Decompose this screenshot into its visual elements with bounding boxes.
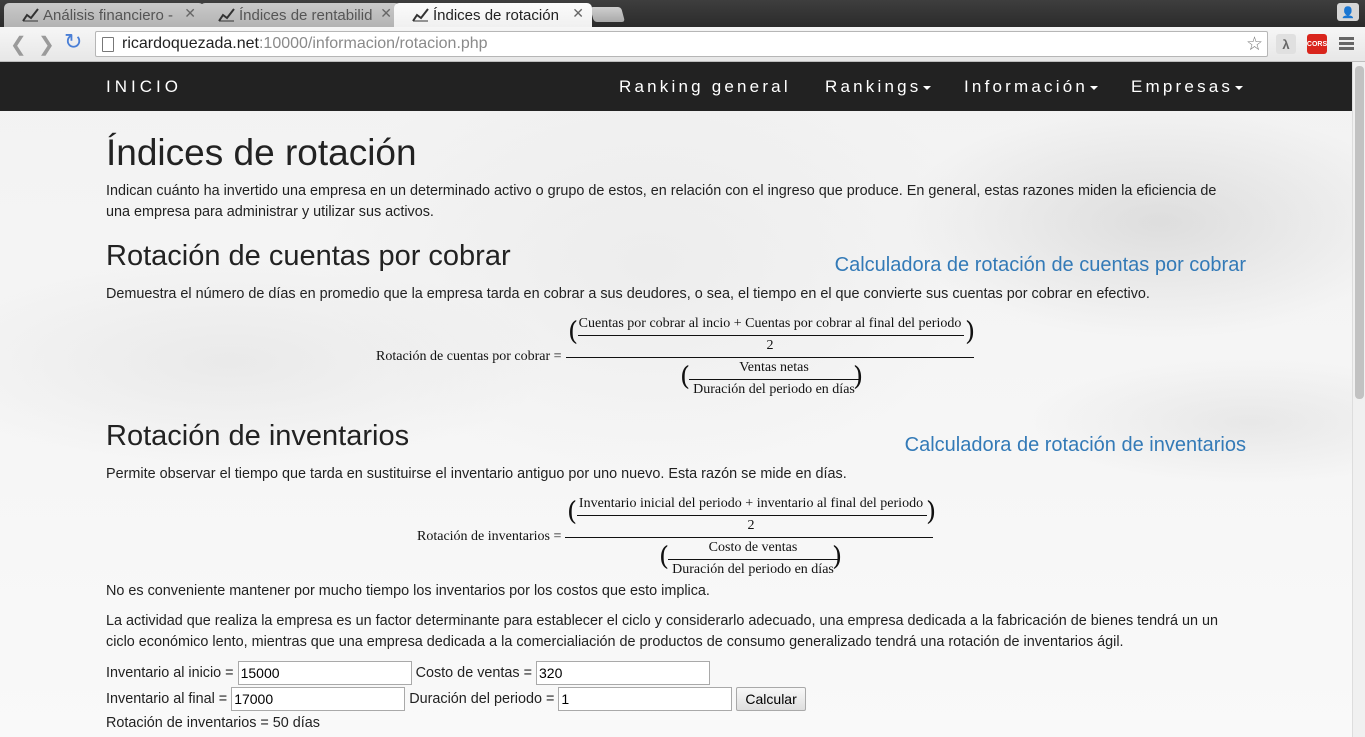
note-inventarios-costos: No es conveniente mantener por mucho tie… (106, 583, 710, 599)
calculator-result: Rotación de inventarios = 50 días (106, 715, 320, 731)
tab-title: Análisis financiero - (43, 6, 174, 24)
browser-menu-icon[interactable] (1339, 37, 1354, 52)
fraction-bar (577, 515, 927, 516)
section-heading-cuentas: Rotación de cuentas por cobrar (106, 240, 511, 272)
note-actividad-empresa: La actividad que realiza la empresa es u… (106, 613, 1218, 650)
inventario-final-label: Inventario al final = (106, 691, 228, 707)
brand-link[interactable]: INICIO (106, 77, 182, 97)
nav-label: Empresas (1131, 77, 1234, 96)
cors-extension-icon[interactable]: CORS (1307, 34, 1327, 54)
nav-rankings-dropdown[interactable]: Rankings (825, 77, 932, 97)
calculator-row-2: Inventario al final = Duración del perio… (106, 687, 806, 711)
close-icon[interactable]: ✕ (380, 5, 392, 22)
page-icon (102, 36, 114, 52)
page-scrollbar[interactable] (1352, 62, 1365, 737)
new-tab-button[interactable] (589, 7, 626, 22)
formula-numerator-top: Inventario inicial del periodo + inventa… (578, 496, 924, 511)
formula-inventarios: Rotación de inventarios = ( Inventario i… (417, 492, 977, 582)
browser-tabstrip: Análisis financiero - ✕ Índices de renta… (0, 0, 1365, 27)
forward-icon[interactable]: ❯ (38, 32, 55, 57)
nav-empresas-dropdown[interactable]: Empresas (1131, 77, 1244, 97)
formula-denominator-bottom: Duración del periodo en días (693, 382, 855, 397)
bookmark-star-icon[interactable]: ☆ (1246, 33, 1263, 56)
calcular-button[interactable]: Calcular (736, 687, 806, 711)
formula-cuentas: Rotación de cuentas por cobrar = ( Cuent… (376, 312, 976, 402)
lambda-extension-icon[interactable]: λ (1276, 34, 1296, 54)
page-title: Índices de rotación (106, 132, 417, 173)
duracion-periodo-input[interactable] (558, 687, 733, 711)
main-fraction-bar (566, 357, 974, 358)
formula-numerator-top: Cuentas por cobrar al incio + Cuentas po… (578, 316, 962, 331)
intro-text: Indican cuánto ha invertido una empresa … (106, 183, 1217, 220)
fraction-bar (668, 559, 838, 560)
browser-tab-rotacion[interactable]: Índices de rotación ✕ (394, 3, 592, 27)
inventario-final-input[interactable] (231, 687, 406, 711)
paren-close: ) (853, 362, 864, 392)
inventario-inicio-label: Inventario al inicio = (106, 665, 234, 681)
tab-title: Índices de rentabilid (239, 6, 372, 24)
paren-open: ( (568, 317, 579, 347)
section-description-cuentas: Demuestra el número de días en promedio … (106, 286, 1150, 302)
fraction-bar (689, 379, 859, 380)
close-icon[interactable]: ✕ (184, 5, 196, 22)
paren-close: ) (926, 497, 937, 527)
chart-favicon-icon (412, 8, 429, 22)
chart-favicon-icon (218, 8, 235, 22)
scrollbar-thumb[interactable] (1355, 66, 1364, 399)
nav-label: Información (964, 77, 1089, 96)
paren-open: ( (567, 497, 578, 527)
caret-down-icon (923, 85, 932, 90)
address-bar[interactable]: ricardoquezada.net:10000/informacion/rot… (95, 31, 1268, 57)
main-fraction-bar (565, 537, 933, 538)
paren-close: ) (832, 542, 843, 572)
browser-tab-analisis[interactable]: Análisis financiero - ✕ (4, 3, 204, 27)
formula-denominator-top: Ventas netas (739, 360, 809, 375)
nav-label: Rankings (825, 77, 922, 96)
tab-title: Índices de rotación (433, 6, 559, 24)
browser-toolbar: ❮ ❯ ↻ ricardoquezada.net:10000/informaci… (0, 27, 1365, 62)
calculadora-inventarios-link[interactable]: Calculadora de rotación de inventarios (905, 434, 1246, 457)
profile-icon[interactable]: 👤 (1337, 3, 1359, 21)
nav-ranking-general[interactable]: Ranking general (619, 77, 791, 97)
costo-ventas-label: Costo de ventas = (415, 665, 532, 681)
formula-numerator-bottom: 2 (766, 338, 774, 353)
site-navbar: INICIO Ranking general Rankings Informac… (0, 62, 1352, 111)
fraction-bar (578, 335, 964, 336)
costo-ventas-input[interactable] (536, 661, 710, 685)
url-path: :10000/informacion/rotacion.php (258, 35, 488, 52)
url-host: ricardoquezada.net (122, 35, 259, 52)
section-heading-inventarios: Rotación de inventarios (106, 420, 410, 452)
browser-tab-rentabilidad[interactable]: Índices de rentabilid ✕ (200, 3, 400, 27)
formula-lhs: Rotación de inventarios = (417, 529, 562, 544)
calculator-row-1: Inventario al inicio = Costo de ventas = (106, 661, 710, 685)
duracion-periodo-label: Duración del periodo = (409, 691, 555, 707)
chart-favicon-icon (22, 8, 39, 22)
back-icon[interactable]: ❮ (10, 32, 27, 57)
nav-label: Ranking general (619, 77, 791, 96)
calculadora-cuentas-link[interactable]: Calculadora de rotación de cuentas por c… (835, 254, 1246, 277)
formula-lhs: Rotación de cuentas por cobrar = (376, 349, 562, 364)
paren-close: ) (965, 317, 976, 347)
inventario-inicio-input[interactable] (237, 661, 412, 685)
page-viewport: INICIO Ranking general Rankings Informac… (0, 62, 1365, 737)
caret-down-icon (1090, 85, 1099, 90)
close-icon[interactable]: ✕ (572, 5, 584, 22)
formula-numerator-bottom: 2 (747, 518, 755, 533)
caret-down-icon (1235, 85, 1244, 90)
formula-denominator-bottom: Duración del periodo en días (672, 562, 834, 577)
nav-informacion-dropdown[interactable]: Información (964, 77, 1099, 97)
formula-denominator-top: Costo de ventas (708, 540, 798, 555)
reload-icon[interactable]: ↻ (64, 29, 82, 55)
section-description-inventarios: Permite observar el tiempo que tarda en … (106, 466, 847, 482)
